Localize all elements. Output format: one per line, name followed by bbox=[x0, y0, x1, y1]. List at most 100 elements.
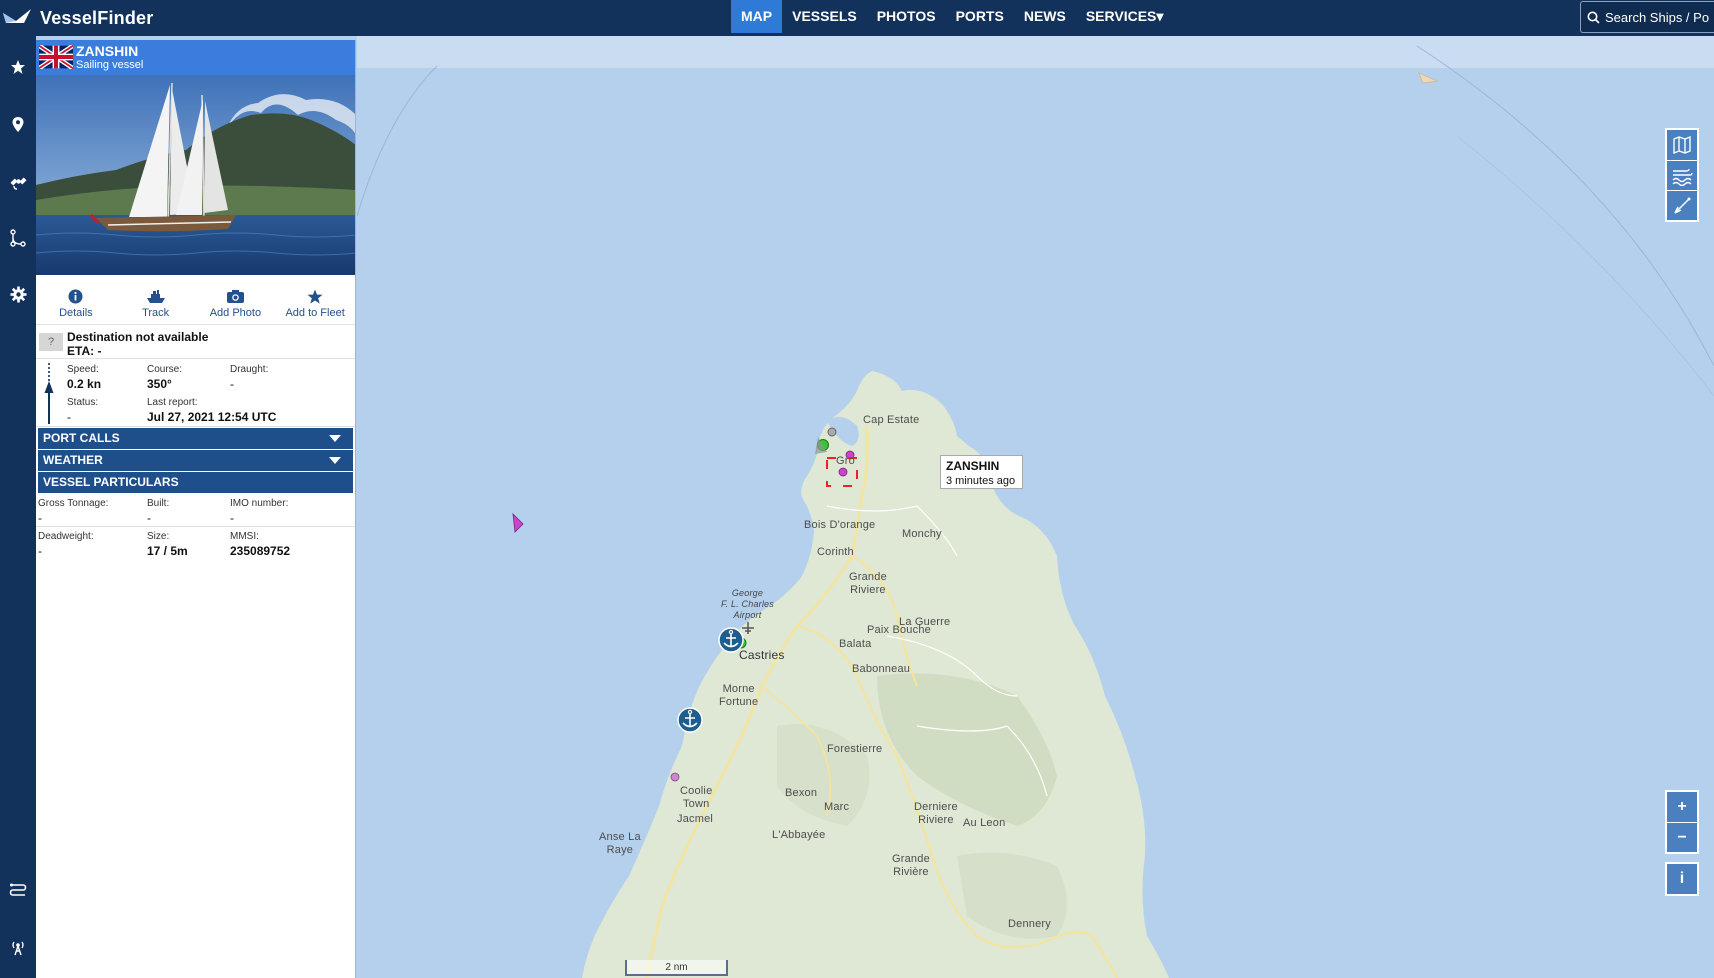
route-search-icon[interactable] bbox=[0, 875, 36, 905]
chevron-down-icon: ▾ bbox=[1156, 8, 1164, 24]
divider bbox=[36, 526, 355, 527]
vessel-tooltip[interactable]: ZANSHIN 3 minutes ago bbox=[940, 455, 1023, 489]
map-graphics bbox=[357, 45, 1714, 978]
antenna-icon[interactable] bbox=[0, 932, 36, 962]
map-pin-icon[interactable] bbox=[0, 109, 36, 139]
port-calls-title: PORT CALLS bbox=[43, 431, 120, 445]
imo-value: - bbox=[230, 511, 234, 525]
unknown-destination-icon: ? bbox=[39, 333, 63, 351]
vessel-particulars-title: VESSEL PARTICULARS bbox=[43, 475, 179, 489]
weather-title: WEATHER bbox=[43, 453, 103, 467]
map-info-control: i bbox=[1665, 862, 1699, 896]
place-marc: Marc bbox=[824, 801, 850, 813]
top-bar: VesselFinder MAP VESSELS PHOTOS PORTS NE… bbox=[0, 0, 1714, 36]
ship-logo-icon bbox=[3, 9, 31, 23]
speed-label: Speed: bbox=[67, 364, 99, 375]
vessel-actions: Details Track Add Photo Add to Fleet bbox=[36, 275, 355, 325]
star-icon[interactable] bbox=[0, 52, 36, 82]
place-airport: George F. L. Charles Airport bbox=[721, 588, 774, 620]
nav-map[interactable]: MAP bbox=[731, 0, 783, 33]
place-monchy: Monchy bbox=[902, 528, 942, 540]
gross-tonnage-value: - bbox=[38, 511, 42, 525]
chevron-down-icon bbox=[329, 457, 341, 464]
nav-ports[interactable]: PORTS bbox=[946, 0, 1014, 33]
eta-text: ETA: - bbox=[67, 344, 102, 358]
mmsi-value: 235089752 bbox=[230, 544, 291, 558]
measure-icon[interactable] bbox=[1667, 190, 1697, 220]
mmsi-label: MMSI: bbox=[230, 531, 259, 542]
vessel-panel: ZANSHIN Sailing vessel Details Track Add… bbox=[36, 40, 356, 978]
details-button[interactable]: Details bbox=[36, 275, 116, 324]
vessel-particulars-section[interactable]: VESSEL PARTICULARS bbox=[38, 472, 353, 493]
place-paix-bouche: Paix Bouche bbox=[867, 624, 931, 636]
place-jacmel: Jacmel bbox=[677, 813, 714, 825]
chevron-down-icon bbox=[329, 435, 341, 442]
map-canvas[interactable]: Cap Estate Gro Bois D'orange Monchy Cori… bbox=[357, 36, 1714, 978]
route-icon[interactable] bbox=[0, 223, 36, 253]
place-dennery: Dennery bbox=[1008, 918, 1051, 930]
imo-label: IMO number: bbox=[230, 498, 289, 509]
vessel-arrow-marker bbox=[512, 512, 524, 533]
wind-waves-icon[interactable] bbox=[1667, 160, 1697, 190]
place-morne-fortune: Morne Fortune bbox=[719, 683, 759, 708]
nav-news[interactable]: NEWS bbox=[1014, 0, 1076, 33]
main-nav: MAP VESSELS PHOTOS PORTS NEWS SERVICES▾ bbox=[731, 0, 1173, 33]
tooltip-vessel-name: ZANSHIN bbox=[946, 459, 1000, 473]
course-value: 350° bbox=[147, 377, 172, 391]
vessel-header: ZANSHIN Sailing vessel bbox=[36, 40, 355, 75]
place-bexon: Bexon bbox=[785, 787, 818, 799]
add-photo-label: Add Photo bbox=[209, 307, 262, 319]
search-placeholder: Search Ships / Po bbox=[1605, 9, 1710, 25]
place-corinth: Corinth bbox=[817, 546, 854, 558]
details-label: Details bbox=[59, 307, 93, 319]
zoom-controls: + − bbox=[1665, 790, 1699, 854]
vessel-particulars: Gross Tonnage: - Built: - IMO number: - … bbox=[36, 493, 355, 559]
vesselfinder-logo[interactable]: VesselFinder bbox=[2, 4, 153, 32]
port-calls-section[interactable]: PORT CALLS bbox=[38, 428, 353, 449]
add-to-fleet-button[interactable]: Add to Fleet bbox=[275, 275, 355, 324]
nav-vessels[interactable]: VESSELS bbox=[782, 0, 867, 33]
draught-value: - bbox=[230, 377, 234, 391]
vessel-type: Sailing vessel bbox=[76, 59, 144, 71]
map-layers-icon[interactable] bbox=[1667, 130, 1697, 160]
course-label: Course: bbox=[147, 364, 183, 375]
tooltip-age: 3 minutes ago bbox=[946, 475, 1016, 487]
weather-section[interactable]: WEATHER bbox=[38, 450, 353, 471]
zoom-out-button[interactable]: − bbox=[1667, 822, 1697, 852]
star-icon bbox=[307, 289, 323, 304]
size-value: 17 / 5m bbox=[147, 544, 188, 558]
brand-name: VesselFinder bbox=[40, 7, 154, 28]
satellite-icon[interactable] bbox=[0, 166, 36, 196]
place-gros-islet: Gro bbox=[836, 455, 855, 467]
status-label: Status: bbox=[67, 397, 99, 408]
nav-services[interactable]: SERVICES▾ bbox=[1076, 0, 1174, 33]
map-layer-toolbar bbox=[1665, 128, 1699, 222]
place-cap-estate: Cap Estate bbox=[863, 414, 920, 426]
track-label: Track bbox=[142, 307, 170, 319]
destination-row: ? Destination not available ETA: - bbox=[36, 325, 355, 359]
place-au-leon: Au Leon bbox=[963, 817, 1006, 829]
place-labbayee: L'Abbayée bbox=[772, 829, 826, 841]
vessel-name: ZANSHIN bbox=[76, 43, 139, 59]
built-value: - bbox=[147, 511, 151, 525]
place-castries: Castries bbox=[739, 648, 785, 662]
track-button[interactable]: Track bbox=[116, 275, 196, 324]
search-input[interactable]: Search Ships / Po bbox=[1580, 1, 1714, 33]
place-coolie-town: Coolie Town bbox=[680, 785, 713, 810]
zoom-in-button[interactable]: + bbox=[1667, 792, 1697, 822]
last-report-label: Last report: bbox=[147, 397, 198, 408]
gear-icon[interactable] bbox=[0, 279, 36, 309]
add-to-fleet-label: Add to Fleet bbox=[285, 307, 345, 319]
nav-services-label: SERVICES bbox=[1085, 8, 1157, 24]
size-label: Size: bbox=[147, 531, 170, 542]
place-anse-la-raye: Anse La Raye bbox=[599, 831, 641, 856]
add-photo-button[interactable]: Add Photo bbox=[196, 275, 276, 324]
deadweight-value: - bbox=[38, 544, 42, 558]
united-kingdom-flag-icon bbox=[39, 45, 73, 69]
info-button[interactable]: i bbox=[1667, 864, 1697, 894]
search-icon bbox=[1587, 11, 1600, 24]
vessel-photo[interactable] bbox=[36, 75, 355, 275]
nav-photos[interactable]: PHOTOS bbox=[867, 0, 946, 33]
place-grande-riviere-south: Grande Rivière bbox=[892, 853, 930, 878]
voyage-info: Speed: 0.2 kn Course: 350° Draught: - St… bbox=[36, 359, 355, 427]
